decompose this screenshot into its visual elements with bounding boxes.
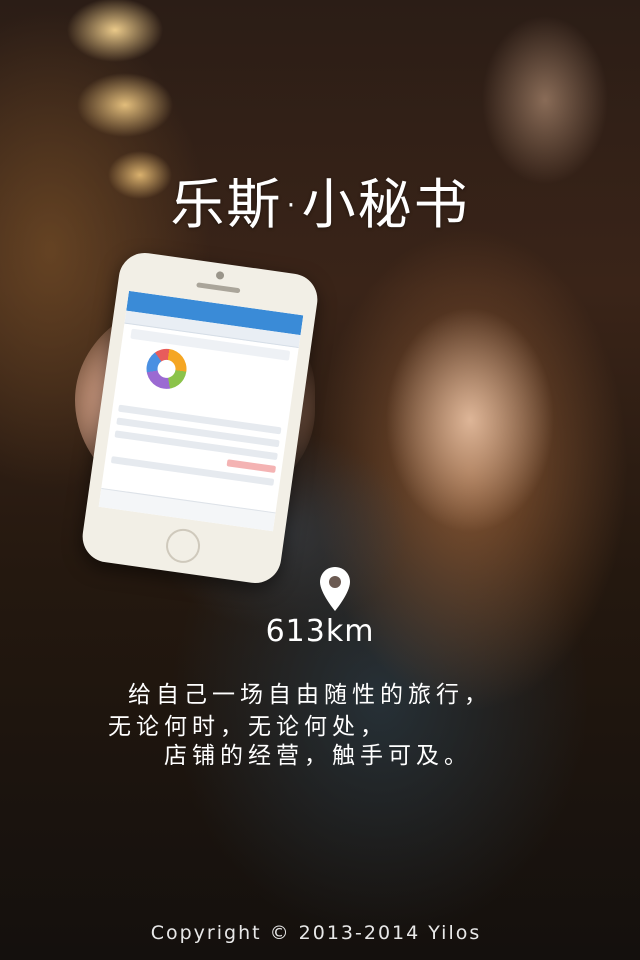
app-tab-bar bbox=[98, 487, 276, 532]
phone-app-screenshot bbox=[98, 290, 304, 532]
slogan-line-1: 给自己一场自由随性的旅行， bbox=[128, 682, 492, 708]
donut-chart-graphic bbox=[143, 346, 190, 392]
distance-label: 613km bbox=[265, 614, 375, 649]
phone-home-button bbox=[163, 526, 203, 566]
slogan-line-3: 店铺的经营，触手可及。 bbox=[164, 743, 472, 769]
splash-screen: 乐斯·小秘书 613km 给自己一场自由随性的旅行， 无论何时，无论何处， 店铺… bbox=[0, 0, 640, 960]
location-pin-icon bbox=[320, 567, 350, 611]
phone-speaker bbox=[196, 282, 241, 294]
phone-camera bbox=[215, 270, 225, 280]
app-title: 乐斯·小秘书 bbox=[170, 173, 470, 236]
app-list bbox=[110, 399, 282, 492]
copyright-text: Copyright © 2013-2014 Yilos bbox=[150, 922, 482, 944]
app-list-line bbox=[110, 456, 275, 486]
app-list-highlight bbox=[226, 459, 277, 473]
